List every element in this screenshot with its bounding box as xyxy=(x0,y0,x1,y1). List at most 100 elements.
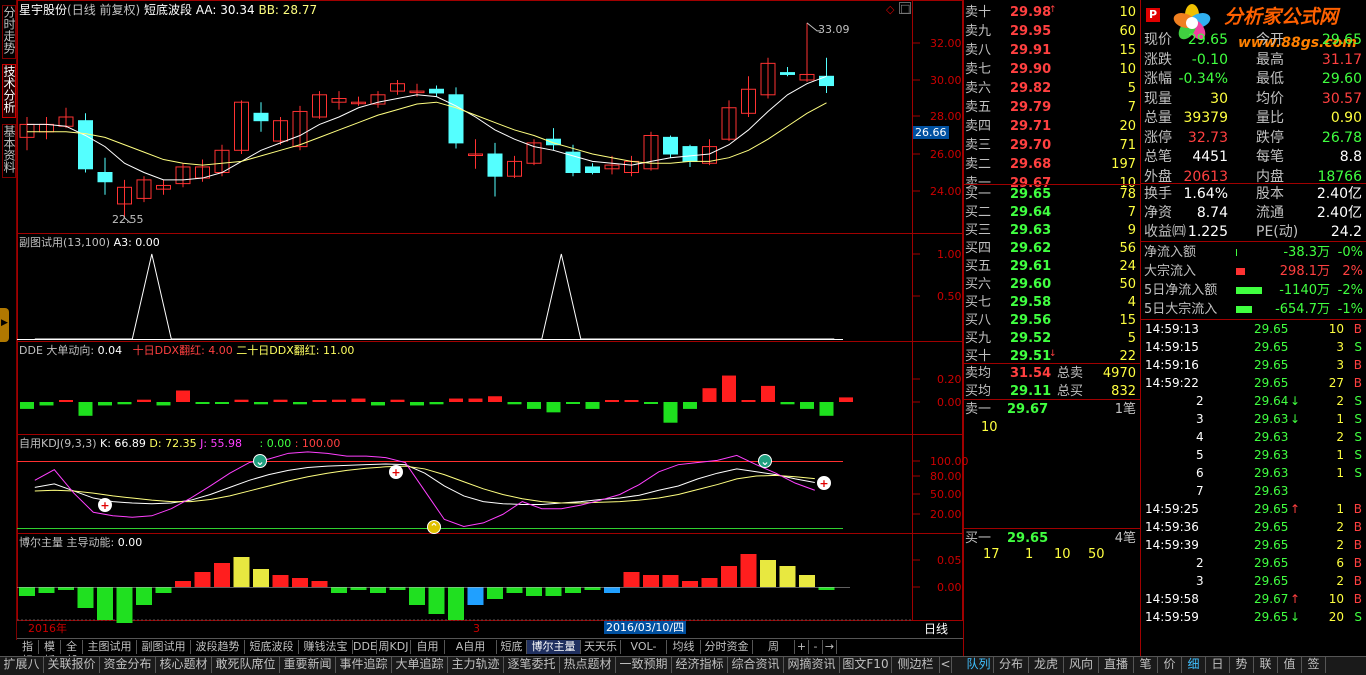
right-tab[interactable]: 笔 xyxy=(1134,656,1158,673)
indicator-tab[interactable]: VOL-TDX xyxy=(621,640,667,667)
function-tab[interactable]: 经济指标 xyxy=(672,656,728,673)
bid-volume: 5 xyxy=(1127,331,1136,346)
function-tab[interactable]: 网摘资讯 xyxy=(784,656,840,673)
right-tab[interactable]: 签 xyxy=(1302,656,1326,673)
right-tab[interactable]: 值 xyxy=(1278,656,1302,673)
indicator-tab[interactable]: 赚钱法宝 xyxy=(299,640,353,654)
function-tab[interactable]: 热点题材 xyxy=(560,656,616,673)
tick-price: 29.63 xyxy=(1254,448,1289,462)
sub1-axis-tick-1: 1.00 xyxy=(937,248,962,261)
indicator-tab[interactable]: 模板 xyxy=(39,640,61,667)
indicator-tab[interactable]: 博尔主量 xyxy=(527,640,581,654)
quote-value: 2.40亿 xyxy=(1316,205,1362,221)
indicator-tab[interactable]: 波段趋势 xyxy=(191,640,245,654)
function-tab[interactable]: 主力轨迹 xyxy=(448,656,504,673)
indicator-tab[interactable]: 均线 xyxy=(667,640,701,654)
bid1-queue-order: 1 xyxy=(1025,547,1034,562)
right-tab[interactable]: 分布 xyxy=(994,656,1029,673)
quote-value: 29.65 xyxy=(1321,32,1362,48)
indicator-tab[interactable]: 自用KDJ xyxy=(411,640,445,667)
chart-close-icon[interactable]: □ xyxy=(899,2,911,14)
tick-time: 4 xyxy=(1196,430,1204,444)
tick-bs: B xyxy=(1353,358,1362,372)
tick-time: 14:59:13 xyxy=(1145,322,1199,336)
indicator-tab[interactable]: → xyxy=(823,640,837,654)
right-tab[interactable]: 价 xyxy=(1158,656,1182,673)
tick-bs: S xyxy=(1354,340,1362,354)
indicator-tab[interactable]: 副图试用 xyxy=(137,640,191,654)
function-tab[interactable]: 逐笔委托 xyxy=(504,656,560,673)
dde-20day: 二十日DDX翻红: 11.00 xyxy=(236,344,355,357)
function-tab[interactable]: 重要新闻 xyxy=(280,656,336,673)
indicator-tab[interactable]: 短底 xyxy=(497,640,527,654)
function-tab[interactable]: 敢死队席位 xyxy=(212,656,280,673)
quote-value: 30.57 xyxy=(1321,90,1362,107)
ask-label: 卖六 xyxy=(965,81,992,96)
indicator-tab[interactable]: 天天乐 xyxy=(581,640,621,654)
indicator-tab[interactable]: - xyxy=(809,640,823,654)
function-tab[interactable]: 扩展八 xyxy=(0,656,44,673)
indicator-tab[interactable]: + xyxy=(795,640,809,654)
right-tab[interactable]: 龙虎 xyxy=(1029,656,1064,673)
period-label[interactable]: 日线 xyxy=(924,623,948,635)
function-tab[interactable]: 大单追踪 xyxy=(392,656,448,673)
ask-avg-value: 31.54 xyxy=(1010,366,1052,381)
ask-total-value: 4970 xyxy=(1102,366,1136,381)
indicator-tab[interactable]: 全部 xyxy=(61,640,83,667)
boll-main-value: 0.00 xyxy=(117,536,143,549)
tick-bs: B xyxy=(1353,556,1362,570)
bid-avg-label: 买均 xyxy=(965,384,992,399)
right-tab[interactable]: 细 xyxy=(1182,656,1206,673)
ask1-queue-order: 10 xyxy=(981,420,998,435)
quote-row: 收益㈣ 1.225 PE(动) 24.2 xyxy=(1142,222,1366,241)
right-tab[interactable]: 直播 xyxy=(1099,656,1134,673)
bid1-queue-count: 4笔 xyxy=(1114,531,1136,546)
tick-volume: 6 xyxy=(1336,556,1344,570)
indicator-tab[interactable]: DDE xyxy=(353,640,377,654)
right-tab[interactable]: 势 xyxy=(1230,656,1254,673)
bid-avg-value: 29.11 xyxy=(1010,384,1052,399)
function-prev-arrow[interactable]: < xyxy=(940,656,952,673)
main-axis-tick-28: 28.00 xyxy=(930,110,962,123)
indicator-tab[interactable]: 短底波段 xyxy=(245,640,299,654)
quote-row: 涨停 32.73 跌停 26.78 xyxy=(1142,128,1366,147)
tick-arrow: ↓ xyxy=(1290,394,1301,408)
quote-row: 涨幅 -0.34% 最低 29.60 xyxy=(1142,69,1366,88)
flow-row: 5日净流入额 -1140万 -2% xyxy=(1142,281,1366,300)
right-tab[interactable]: 联 xyxy=(1254,656,1278,673)
tick-time: 14:59:39 xyxy=(1145,538,1199,552)
function-tab[interactable]: 资金分布 xyxy=(100,656,156,673)
right-tab[interactable]: 风向 xyxy=(1064,656,1099,673)
quote-row: 总笔 4451 每笔 8.8 xyxy=(1142,147,1366,166)
function-tab[interactable]: 事件追踪 xyxy=(336,656,392,673)
indicator-tab[interactable]: 周KDJ xyxy=(377,640,411,654)
function-tab[interactable]: 关联报价 xyxy=(44,656,100,673)
tick-time: 14:59:22 xyxy=(1145,376,1199,390)
function-tab[interactable]: 图文F10 xyxy=(840,656,892,673)
quote-value: 4451 xyxy=(1192,149,1228,165)
quote-label: 总量 xyxy=(1144,110,1172,126)
quote-value: 18766 xyxy=(1317,168,1362,185)
indicator-tab[interactable]: 分时资金 xyxy=(701,640,753,654)
bid1-queue-order: 10 xyxy=(1054,547,1071,562)
quote-value: 8.8 xyxy=(1339,149,1362,165)
chart-restore-icon[interactable]: ◇ xyxy=(886,4,894,15)
indicator-tab[interactable]: A自用LWR xyxy=(445,640,497,667)
indicator-tab[interactable]: 指标 xyxy=(17,640,39,667)
flow-pct: -0% xyxy=(1337,245,1363,260)
function-tab[interactable]: 侧边栏 xyxy=(892,656,940,673)
indicator-tab[interactable]: 主图试用 xyxy=(83,640,137,654)
function-tab[interactable]: 一致预期 xyxy=(616,656,672,673)
bid-row: 买五 29.61 24 xyxy=(963,257,1140,276)
flow-row: 5日大宗流入 -654.7万 -1% xyxy=(1142,300,1366,319)
function-tab[interactable]: 核心题材 xyxy=(156,656,212,673)
indicator-aa: AA: 30.34 xyxy=(195,3,255,17)
right-tab[interactable]: 队列 xyxy=(964,656,994,673)
function-tab[interactable]: 综合资讯 xyxy=(728,656,784,673)
right-tab[interactable]: 日 xyxy=(1206,656,1230,673)
bid-row: 买四 29.62 56 xyxy=(963,239,1140,258)
indicator-tab[interactable]: 周MACD xyxy=(753,640,795,667)
tick-bs: B xyxy=(1353,322,1362,336)
tick-row: 14:59:22 29.65 27 B xyxy=(1142,374,1366,392)
bid-volume: 9 xyxy=(1127,223,1136,238)
